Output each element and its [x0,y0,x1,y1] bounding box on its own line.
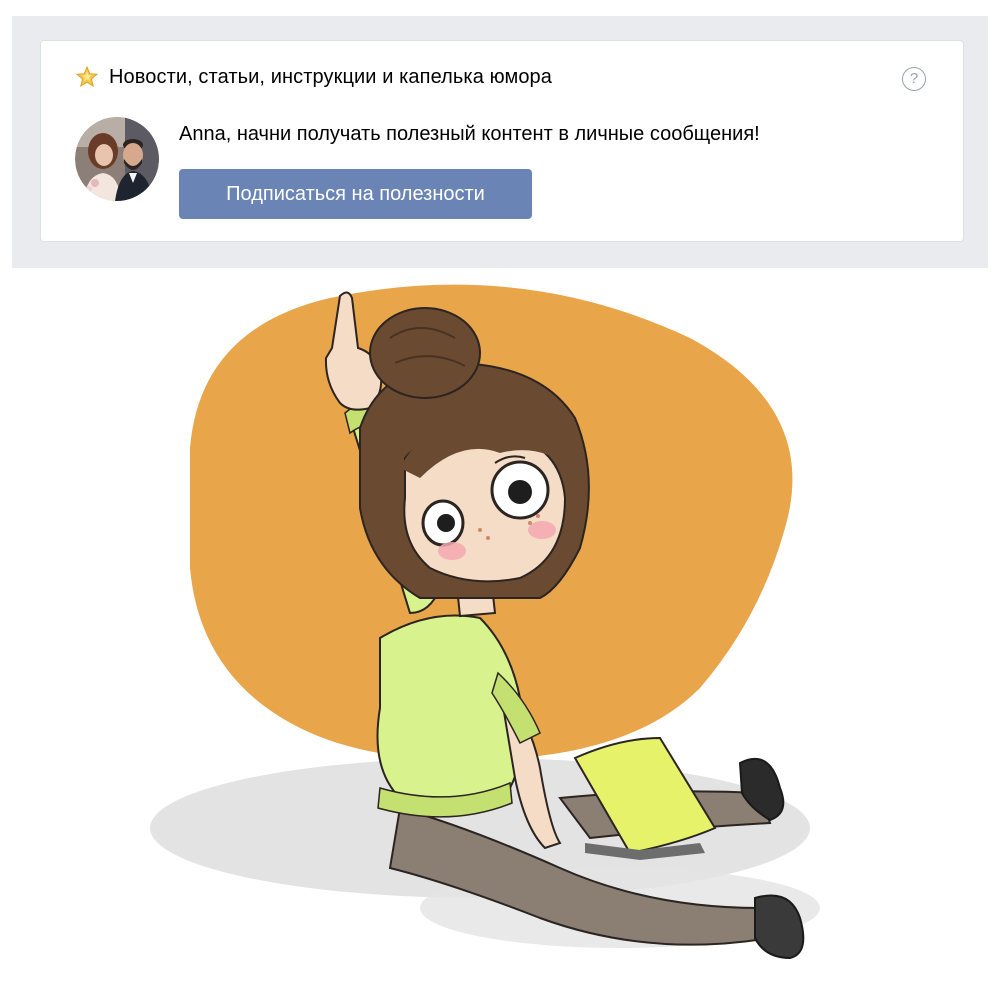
subscription-widget: Новости, статьи, инструкции и капелька ю… [40,40,964,242]
subscribe-button[interactable]: Подписаться на полезности [179,169,532,219]
star-icon [75,65,99,89]
question-icon[interactable]: ? [902,67,926,91]
page: Новости, статьи, инструкции и капелька ю… [0,0,1000,1000]
avatar [75,117,159,201]
subscription-message: Anna, начни получать полезный контент в … [179,123,760,145]
widget-title: Новости, статьи, инструкции и капелька ю… [109,65,552,88]
widget-header: Новости, статьи, инструкции и капелька ю… [75,65,552,89]
cartoon-illustration [0,268,1000,1000]
